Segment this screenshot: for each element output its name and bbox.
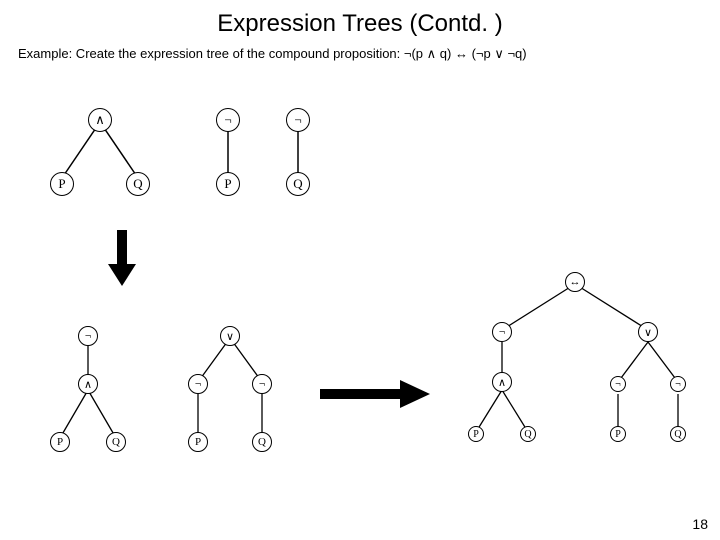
node-and: ∧: [88, 108, 112, 132]
node-p: P: [50, 172, 74, 196]
node-q: Q: [670, 426, 686, 442]
node-p: P: [468, 426, 484, 442]
arrow-right-icon: [320, 380, 430, 413]
tree-not-and-pq: ¬ ∧ P Q: [40, 320, 160, 480]
page-title: Expression Trees (Contd. ): [0, 0, 720, 38]
subtitle-prefix: Example: Create the expression tree of t…: [18, 46, 404, 61]
node-p: P: [610, 426, 626, 442]
node-p: P: [188, 432, 208, 452]
tree-final-iff: ↔ ¬ ∨ ∧ ¬ ¬ P Q P Q: [440, 268, 710, 478]
node-and: ∧: [492, 372, 512, 392]
node-not: ¬: [670, 376, 686, 392]
tree-not-q: ¬ Q: [270, 100, 330, 220]
node-p: P: [216, 172, 240, 196]
node-or: ∨: [220, 326, 240, 346]
node-not: ¬: [216, 108, 240, 132]
node-iff: ↔: [565, 272, 585, 292]
node-not: ¬: [188, 374, 208, 394]
node-p: P: [50, 432, 70, 452]
tree-not-p: ¬ P: [200, 100, 260, 220]
node-q: Q: [106, 432, 126, 452]
node-not: ¬: [78, 326, 98, 346]
subtitle-expression: ¬(p ∧ q) ↔ (¬p ∨ ¬q): [404, 46, 527, 61]
node-q: Q: [252, 432, 272, 452]
node-q: Q: [286, 172, 310, 196]
node-not: ¬: [610, 376, 626, 392]
tree-and-pq: ∧ P Q: [40, 100, 180, 220]
node-q: Q: [126, 172, 150, 196]
arrow-down-icon: [108, 230, 136, 291]
page-number: 18: [692, 516, 708, 532]
tree-or-notp-notq: ∨ ¬ ¬ P Q: [170, 320, 310, 480]
node-not: ¬: [492, 322, 512, 342]
node-and: ∧: [78, 374, 98, 394]
example-prompt: Example: Create the expression tree of t…: [0, 38, 720, 62]
node-or: ∨: [638, 322, 658, 342]
node-q: Q: [520, 426, 536, 442]
node-not: ¬: [286, 108, 310, 132]
node-not: ¬: [252, 374, 272, 394]
